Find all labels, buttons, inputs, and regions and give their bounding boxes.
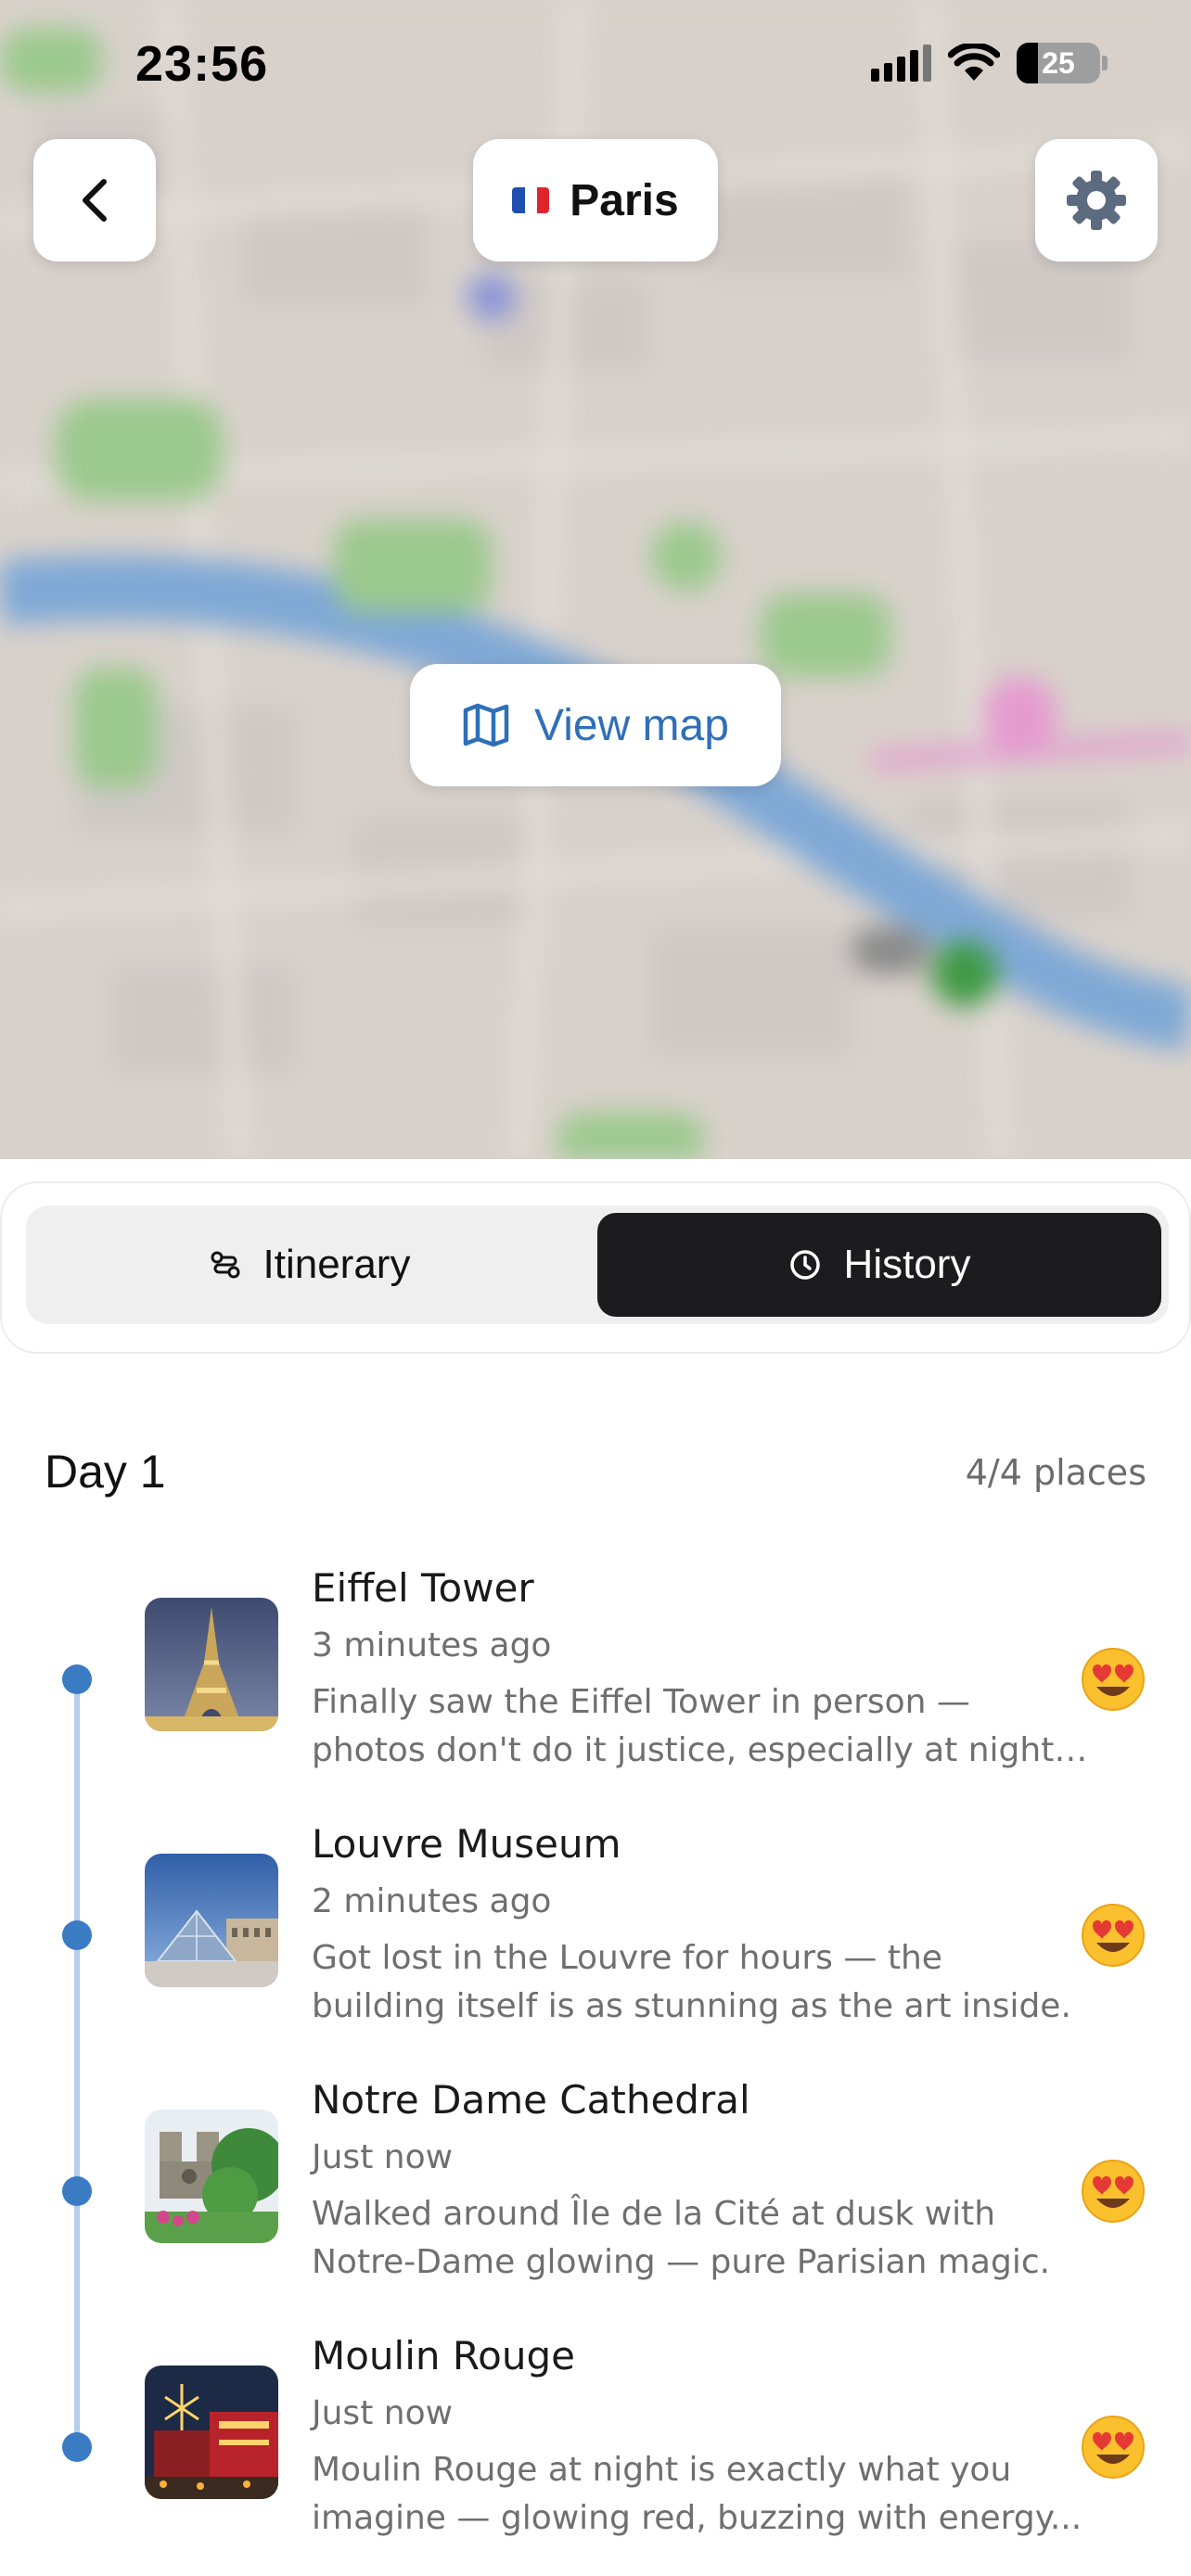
heart-eyes-emoji-icon: [1082, 2416, 1145, 2479]
timeline-dot: [62, 1664, 92, 1694]
place-thumbnail: [145, 1854, 278, 1987]
visit-note: Finally saw the Eiffel Tower in person —…: [312, 1678, 1091, 1775]
clock-icon: [789, 1250, 820, 1280]
timeline-dot: [62, 2176, 92, 2206]
france-flag-icon: [512, 187, 550, 213]
place-name: Moulin Rouge: [312, 2333, 575, 2378]
segmented-control: Itinerary History: [26, 1205, 1169, 1324]
places-count: 4/4 places: [965, 1452, 1146, 1493]
wifi-icon: [948, 44, 1000, 81]
heart-eyes-emoji-icon: [1082, 1904, 1145, 1967]
visit-note-line: Walked around Île de la Cité at dusk wit…: [312, 2195, 996, 2233]
visit-time: 3 minutes ago: [312, 1626, 552, 1664]
map-preview[interactable]: 23:56 25 Paris View map: [0, 0, 1191, 1159]
visit-note-line: photos don't do it justice, especially a…: [312, 1731, 1091, 1769]
day-title: Day 1: [45, 1446, 166, 1498]
map-icon: [463, 703, 509, 747]
place-name: Eiffel Tower: [312, 1565, 534, 1611]
place-thumbnail: [145, 2366, 278, 2499]
timeline-dot: [62, 2432, 92, 2462]
visit-note-line: building itself is as stunning as the ar…: [312, 1987, 1071, 2025]
history-entry[interactable]: Notre Dame Cathedral Just now Walked aro…: [0, 2077, 1191, 2333]
chevron-left-icon: [83, 179, 107, 222]
history-entry[interactable]: Eiffel Tower 3 minutes ago Finally saw t…: [0, 1565, 1191, 1821]
timeline-dot: [62, 1920, 92, 1950]
place-name: Notre Dame Cathedral: [312, 2077, 750, 2123]
heart-eyes-emoji-icon: [1082, 1648, 1145, 1711]
battery-cap: [1102, 56, 1108, 70]
visit-time: Just now: [312, 2138, 454, 2176]
visit-note: Walked around Île de la Cité at dusk wit…: [312, 2190, 1091, 2287]
route-icon: [211, 1251, 240, 1279]
visit-time: Just now: [312, 2394, 454, 2432]
visit-note-line: imagine — glowing red, buzzing with ener…: [312, 2499, 1082, 2537]
status-icons: 25: [871, 43, 1108, 83]
visit-note-line: Got lost in the Louvre for hours — the: [312, 1939, 942, 1977]
heart-eyes-emoji-icon: [1082, 2160, 1145, 2223]
battery-icon: 25: [1017, 43, 1100, 83]
back-button[interactable]: [33, 139, 156, 261]
status-time: 23:56: [135, 36, 269, 92]
tab-itinerary-label: Itinerary: [263, 1242, 411, 1287]
tab-itinerary[interactable]: Itinerary: [32, 1213, 588, 1317]
city-name: Paris: [570, 175, 679, 225]
settings-button[interactable]: [1035, 139, 1158, 261]
history-entry[interactable]: Moulin Rouge Just now Moulin Rouge at ni…: [0, 2333, 1191, 2576]
visit-note: Got lost in the Louvre for hours — the b…: [312, 1934, 1091, 2031]
city-selector[interactable]: Paris: [473, 139, 718, 261]
visit-time: 2 minutes ago: [312, 1882, 552, 1920]
place-thumbnail: [145, 2110, 278, 2243]
visit-note: Moulin Rouge at night is exactly what yo…: [312, 2446, 1091, 2543]
battery-level: 25: [1042, 45, 1075, 80]
gear-icon: [1067, 171, 1126, 230]
tab-bar-container: Itinerary History: [0, 1181, 1191, 1354]
view-map-button[interactable]: View map: [410, 664, 781, 786]
visit-note-line: Moulin Rouge at night is exactly what yo…: [312, 2451, 1012, 2489]
cellular-signal-icon: [871, 45, 931, 82]
tab-history[interactable]: History: [597, 1213, 1161, 1317]
place-name: Louvre Museum: [312, 1821, 621, 1867]
history-entry[interactable]: Louvre Museum 2 minutes ago Got lost in …: [0, 1821, 1191, 2077]
visit-note-line: Notre-Dame glowing — pure Parisian magic…: [312, 2243, 1051, 2281]
visit-note-line: Finally saw the Eiffel Tower in person —: [312, 1683, 970, 1721]
view-map-label: View map: [534, 700, 729, 750]
place-thumbnail: [145, 1598, 278, 1731]
tab-history-label: History: [843, 1242, 971, 1287]
